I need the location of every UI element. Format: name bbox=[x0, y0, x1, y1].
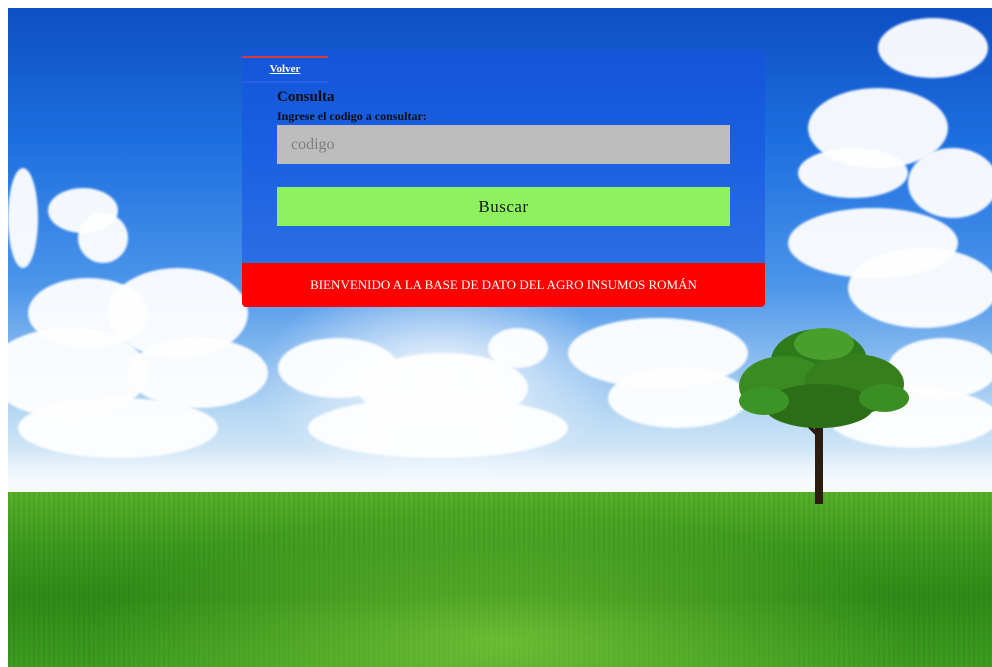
code-input[interactable] bbox=[277, 125, 730, 164]
cloud bbox=[878, 18, 988, 78]
search-button[interactable]: Buscar bbox=[277, 187, 730, 226]
cloud bbox=[798, 148, 908, 198]
cloud bbox=[128, 338, 268, 408]
back-link[interactable]: Volver bbox=[270, 63, 301, 75]
welcome-banner: BIENVENIDO A LA BASE DE DATO DEL AGRO IN… bbox=[242, 263, 765, 307]
grass-field bbox=[8, 492, 992, 667]
form-title: Consulta bbox=[277, 89, 335, 105]
cloud bbox=[78, 213, 128, 263]
form-prompt: Ingrese el codigo a consultar: bbox=[277, 109, 427, 123]
cloud bbox=[908, 148, 992, 218]
tree-icon bbox=[739, 328, 909, 504]
cloud bbox=[488, 328, 548, 368]
cloud bbox=[8, 168, 38, 268]
back-tab: Volver bbox=[242, 56, 328, 83]
